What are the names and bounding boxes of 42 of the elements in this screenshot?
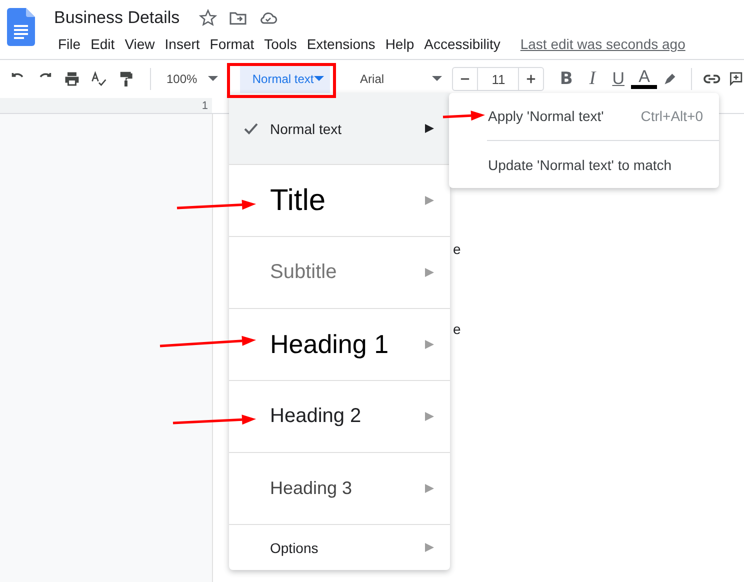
caret-icon <box>314 76 324 82</box>
menu-item[interactable]: File <box>54 36 85 52</box>
text-color-button[interactable]: A <box>631 69 658 89</box>
menu-item[interactable]: Insert <box>160 36 204 52</box>
options-menu-item[interactable]: Options <box>229 525 450 570</box>
style-menu-item[interactable]: Subtitle <box>229 237 450 309</box>
style-menu-item[interactable]: Heading 3 <box>229 453 450 525</box>
docs-logo-icon[interactable] <box>7 8 35 46</box>
menu-item[interactable]: View <box>120 36 159 52</box>
underline-button[interactable]: U <box>605 69 632 89</box>
document-text: e <box>453 241 461 257</box>
submenu-arrow-icon <box>425 196 434 205</box>
italic-button[interactable]: I <box>579 68 606 90</box>
style-dropdown[interactable]: Normal text <box>240 64 330 94</box>
menu-item[interactable]: Accessibility <box>420 36 504 52</box>
submenu-arrow-icon <box>425 484 434 493</box>
document-title[interactable]: Business Details <box>54 8 180 28</box>
star-icon[interactable] <box>198 8 218 28</box>
spellcheck-icon[interactable] <box>90 69 108 89</box>
caret-icon <box>432 76 442 82</box>
menu-item[interactable]: Extensions <box>302 36 380 52</box>
check-icon <box>244 122 258 134</box>
submenu-arrow-icon <box>425 124 434 133</box>
document-text: e <box>453 321 461 337</box>
style-menu-item[interactable]: Normal text <box>229 93 450 165</box>
menu-item[interactable]: Tools <box>260 36 301 52</box>
submenu-arrow-icon <box>425 543 434 552</box>
menu-item[interactable]: Edit <box>86 36 119 52</box>
bold-button[interactable]: B <box>553 69 580 89</box>
font-dropdown[interactable]: Arial <box>344 72 442 86</box>
caret-icon <box>208 76 218 82</box>
submenu-arrow-icon <box>425 340 434 349</box>
submenu-item[interactable]: Update 'Normal text' to match <box>449 150 719 180</box>
annotation-arrow <box>442 110 485 121</box>
submenu-item[interactable]: Apply 'Normal text' Ctrl+Alt+0 <box>449 101 719 131</box>
submenu-arrow-icon <box>425 412 434 421</box>
ruler-number: 1 <box>202 100 208 112</box>
submenu-arrow-icon <box>425 268 434 277</box>
zoom-dropdown[interactable]: 100% <box>156 72 218 86</box>
last-edit-link[interactable]: Last edit was seconds ago <box>520 36 686 52</box>
menu-item[interactable]: Help <box>381 36 418 52</box>
menu-item[interactable]: Format <box>206 36 258 52</box>
